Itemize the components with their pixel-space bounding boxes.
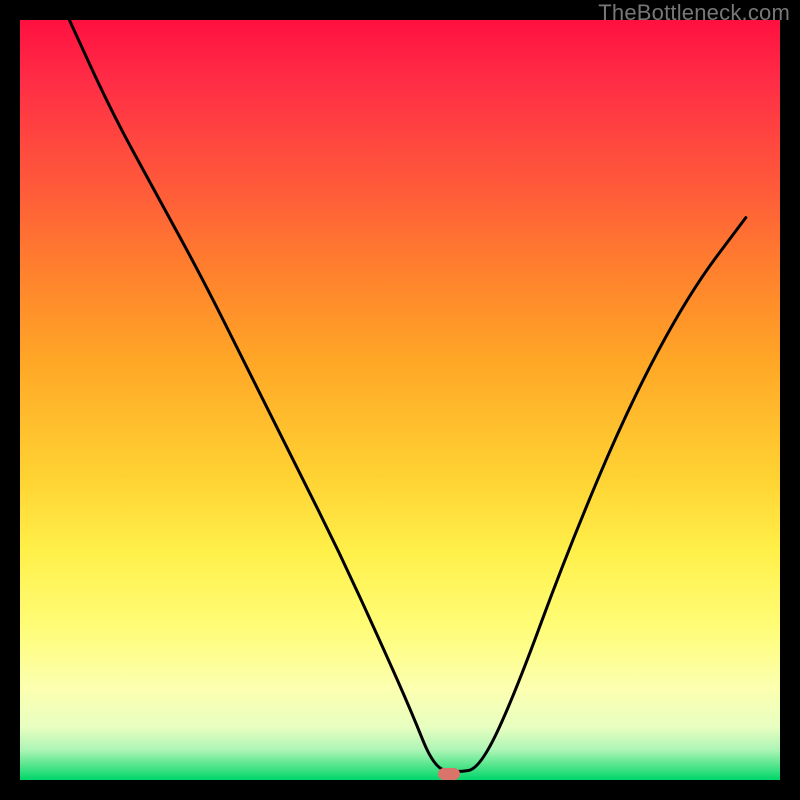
- minimum-marker: [438, 768, 460, 780]
- outer-frame: TheBottleneck.com: [0, 0, 800, 800]
- bottleneck-curve: [20, 20, 780, 780]
